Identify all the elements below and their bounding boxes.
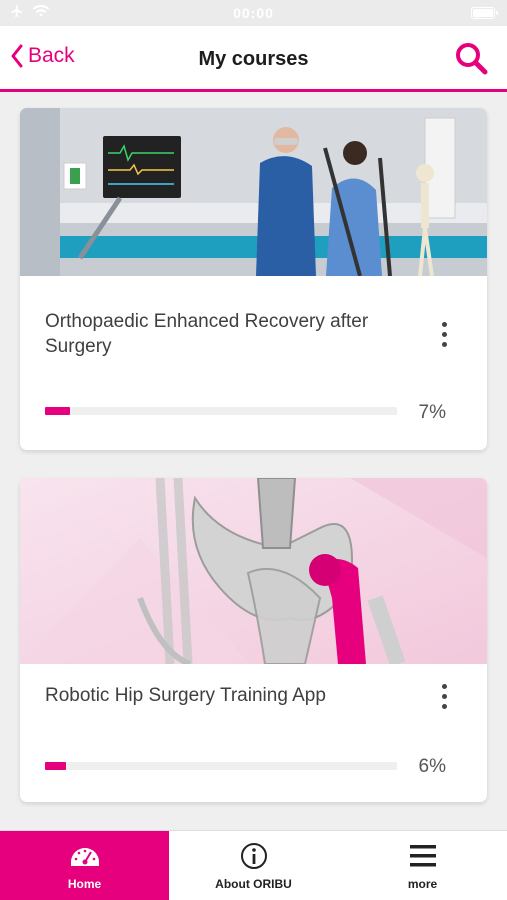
course-image-hip-implant: [20, 478, 487, 664]
progress-fill: [45, 407, 70, 415]
menu-icon: [409, 845, 436, 867]
course-title: Orthopaedic Enhanced Recovery after Surg…: [45, 311, 369, 357]
progress-percent: 7%: [418, 402, 446, 423]
page-title: My courses: [198, 48, 309, 70]
tab-label: About ORIBU: [215, 877, 292, 891]
search-icon[interactable]: [453, 40, 489, 76]
status-bar: 00:00: [0, 0, 507, 26]
course-image-physiotherapy: [20, 108, 487, 276]
tab-label: Home: [67, 877, 102, 891]
progress-bar: [45, 762, 397, 770]
tab-bar: Home About ORIBU more: [0, 830, 507, 900]
progress-bar: [45, 407, 397, 415]
course-card[interactable]: Orthopaedic Enhanced Recovery after Surg…: [20, 108, 487, 450]
info-icon: [240, 843, 267, 869]
progress-fill: [45, 762, 67, 770]
course-title: Robotic Hip Surgery Training App: [45, 685, 326, 706]
tab-label: more: [407, 877, 438, 891]
more-options-icon[interactable]: [435, 320, 455, 350]
status-time: 00:00: [233, 5, 274, 21]
speedometer-icon: [70, 848, 99, 866]
tab-about[interactable]: About ORIBU: [169, 831, 338, 900]
course-card[interactable]: Robotic Hip Surgery Training App 6%: [20, 478, 487, 802]
progress-percent: 6%: [418, 756, 446, 777]
more-options-icon[interactable]: [435, 682, 455, 712]
tab-more[interactable]: more: [338, 831, 507, 900]
battery-icon: [471, 7, 498, 19]
navigation-bar: Back My courses: [0, 26, 507, 92]
tab-home[interactable]: Home: [0, 831, 169, 900]
